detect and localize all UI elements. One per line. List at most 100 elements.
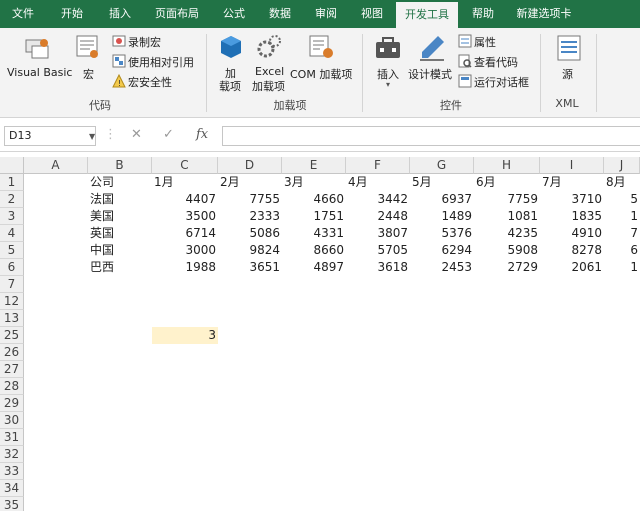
row-header-33[interactable]: 33 <box>0 463 24 480</box>
column-header-c[interactable]: C <box>152 157 218 174</box>
macro-security-button[interactable]: 宏安全性 <box>128 74 172 90</box>
table-cell[interactable]: 5705 <box>346 242 410 259</box>
table-cell[interactable]: 1835 <box>540 208 604 225</box>
table-cell[interactable]: 4910 <box>540 225 604 242</box>
tab-data[interactable]: 数据 <box>260 0 300 28</box>
table-cell[interactable]: 7 <box>604 225 640 242</box>
column-header-e[interactable]: E <box>282 157 346 174</box>
column-header-d[interactable]: D <box>218 157 282 174</box>
table-cell[interactable]: 6714 <box>152 225 218 242</box>
row-header-5[interactable]: 5 <box>0 242 24 259</box>
formula-input[interactable] <box>222 126 640 146</box>
table-cell[interactable]: 1 <box>604 259 640 276</box>
table-cell[interactable]: 3000 <box>152 242 218 259</box>
macros-button[interactable]: 宏 <box>83 66 94 82</box>
table-cell[interactable]: 2333 <box>218 208 282 225</box>
row-header-26[interactable]: 26 <box>0 344 24 361</box>
tab-insert[interactable]: 插入 <box>100 0 140 28</box>
row-header-6[interactable]: 6 <box>0 259 24 276</box>
table-cell[interactable]: 8660 <box>282 242 346 259</box>
table-cell[interactable]: 英国 <box>88 225 152 242</box>
com-addins-button[interactable]: COM 加载项 <box>290 66 352 82</box>
cell-c25[interactable]: 3 <box>152 327 218 344</box>
table-cell[interactable]: 3500 <box>152 208 218 225</box>
table-cell[interactable]: 2729 <box>474 259 540 276</box>
header-cell[interactable]: 1月 <box>152 174 218 191</box>
run-dialog-button[interactable]: 运行对话框 <box>474 74 529 90</box>
row-header-7[interactable]: 7 <box>0 276 24 293</box>
insert-function-button[interactable]: fx <box>196 127 208 142</box>
table-cell[interactable]: 1751 <box>282 208 346 225</box>
table-cell[interactable]: 美国 <box>88 208 152 225</box>
column-header-g[interactable]: G <box>410 157 474 174</box>
row-header-13[interactable]: 13 <box>0 310 24 327</box>
table-cell[interactable]: 中国 <box>88 242 152 259</box>
enter-icon[interactable]: ✓ <box>163 127 174 142</box>
table-cell[interactable]: 1988 <box>152 259 218 276</box>
row-header-31[interactable]: 31 <box>0 429 24 446</box>
excel-addins-button[interactable]: Excel <box>255 65 284 78</box>
table-cell[interactable]: 6937 <box>410 191 474 208</box>
row-header-3[interactable]: 3 <box>0 208 24 225</box>
column-header-i[interactable]: I <box>540 157 604 174</box>
header-cell[interactable]: 8月 <box>604 174 640 191</box>
table-cell[interactable]: 5 <box>604 191 640 208</box>
cancel-icon[interactable]: ✕ <box>131 127 142 142</box>
chevron-down-icon[interactable]: ▼ <box>89 128 95 146</box>
row-header-1[interactable]: 1 <box>0 174 24 191</box>
table-cell[interactable]: 2061 <box>540 259 604 276</box>
record-macro-button[interactable]: 录制宏 <box>128 34 161 50</box>
row-header-12[interactable]: 12 <box>0 293 24 310</box>
table-cell[interactable]: 1 <box>604 208 640 225</box>
row-header-34[interactable]: 34 <box>0 480 24 497</box>
insert-dropdown-icon[interactable]: ▾ <box>386 80 390 89</box>
table-cell[interactable]: 2453 <box>410 259 474 276</box>
tab-review[interactable]: 审阅 <box>306 0 346 28</box>
table-cell[interactable]: 8278 <box>540 242 604 259</box>
row-header-25[interactable]: 25 <box>0 327 24 344</box>
row-header-4[interactable]: 4 <box>0 225 24 242</box>
row-header-28[interactable]: 28 <box>0 378 24 395</box>
header-cell[interactable]: 6月 <box>474 174 540 191</box>
tab-view[interactable]: 视图 <box>352 0 392 28</box>
tab-page-layout[interactable]: 页面布局 <box>148 0 206 28</box>
table-cell[interactable]: 5908 <box>474 242 540 259</box>
tab-developer[interactable]: 开发工具 <box>396 2 458 28</box>
row-header-27[interactable]: 27 <box>0 361 24 378</box>
table-cell[interactable]: 3618 <box>346 259 410 276</box>
table-cell[interactable]: 3710 <box>540 191 604 208</box>
column-header-a[interactable]: A <box>24 157 88 174</box>
table-cell[interactable]: 1081 <box>474 208 540 225</box>
column-header-j[interactable]: J <box>604 157 640 174</box>
table-cell[interactable]: 7755 <box>218 191 282 208</box>
table-cell[interactable]: 4331 <box>282 225 346 242</box>
table-cell[interactable]: 5376 <box>410 225 474 242</box>
row-header-30[interactable]: 30 <box>0 412 24 429</box>
design-mode-button[interactable]: 设计模式 <box>408 66 452 82</box>
table-cell[interactable]: 6294 <box>410 242 474 259</box>
row-header-35[interactable]: 35 <box>0 497 24 511</box>
table-cell[interactable]: 9824 <box>218 242 282 259</box>
header-cell[interactable]: 5月 <box>410 174 474 191</box>
table-cell[interactable]: 2448 <box>346 208 410 225</box>
table-cell[interactable]: 3442 <box>346 191 410 208</box>
header-cell[interactable]: 公司 <box>88 174 152 191</box>
tab-help[interactable]: 帮助 <box>464 0 502 28</box>
header-cell[interactable]: 2月 <box>218 174 282 191</box>
tab-file[interactable]: 文件 <box>4 0 42 28</box>
table-cell[interactable]: 3807 <box>346 225 410 242</box>
xml-source-button[interactable]: 源 <box>562 66 573 82</box>
header-cell[interactable]: 7月 <box>540 174 604 191</box>
row-header-32[interactable]: 32 <box>0 446 24 463</box>
select-all-corner[interactable] <box>0 157 24 174</box>
table-cell[interactable]: 3651 <box>218 259 282 276</box>
tab-home[interactable]: 开始 <box>52 0 92 28</box>
table-cell[interactable]: 4897 <box>282 259 346 276</box>
use-relative-button[interactable]: 使用相对引用 <box>128 54 194 70</box>
table-cell[interactable]: 6 <box>604 242 640 259</box>
header-cell[interactable]: 3月 <box>282 174 346 191</box>
properties-button[interactable]: 属性 <box>474 34 496 50</box>
tab-formulas[interactable]: 公式 <box>214 0 254 28</box>
table-cell[interactable]: 4235 <box>474 225 540 242</box>
column-header-h[interactable]: H <box>474 157 540 174</box>
